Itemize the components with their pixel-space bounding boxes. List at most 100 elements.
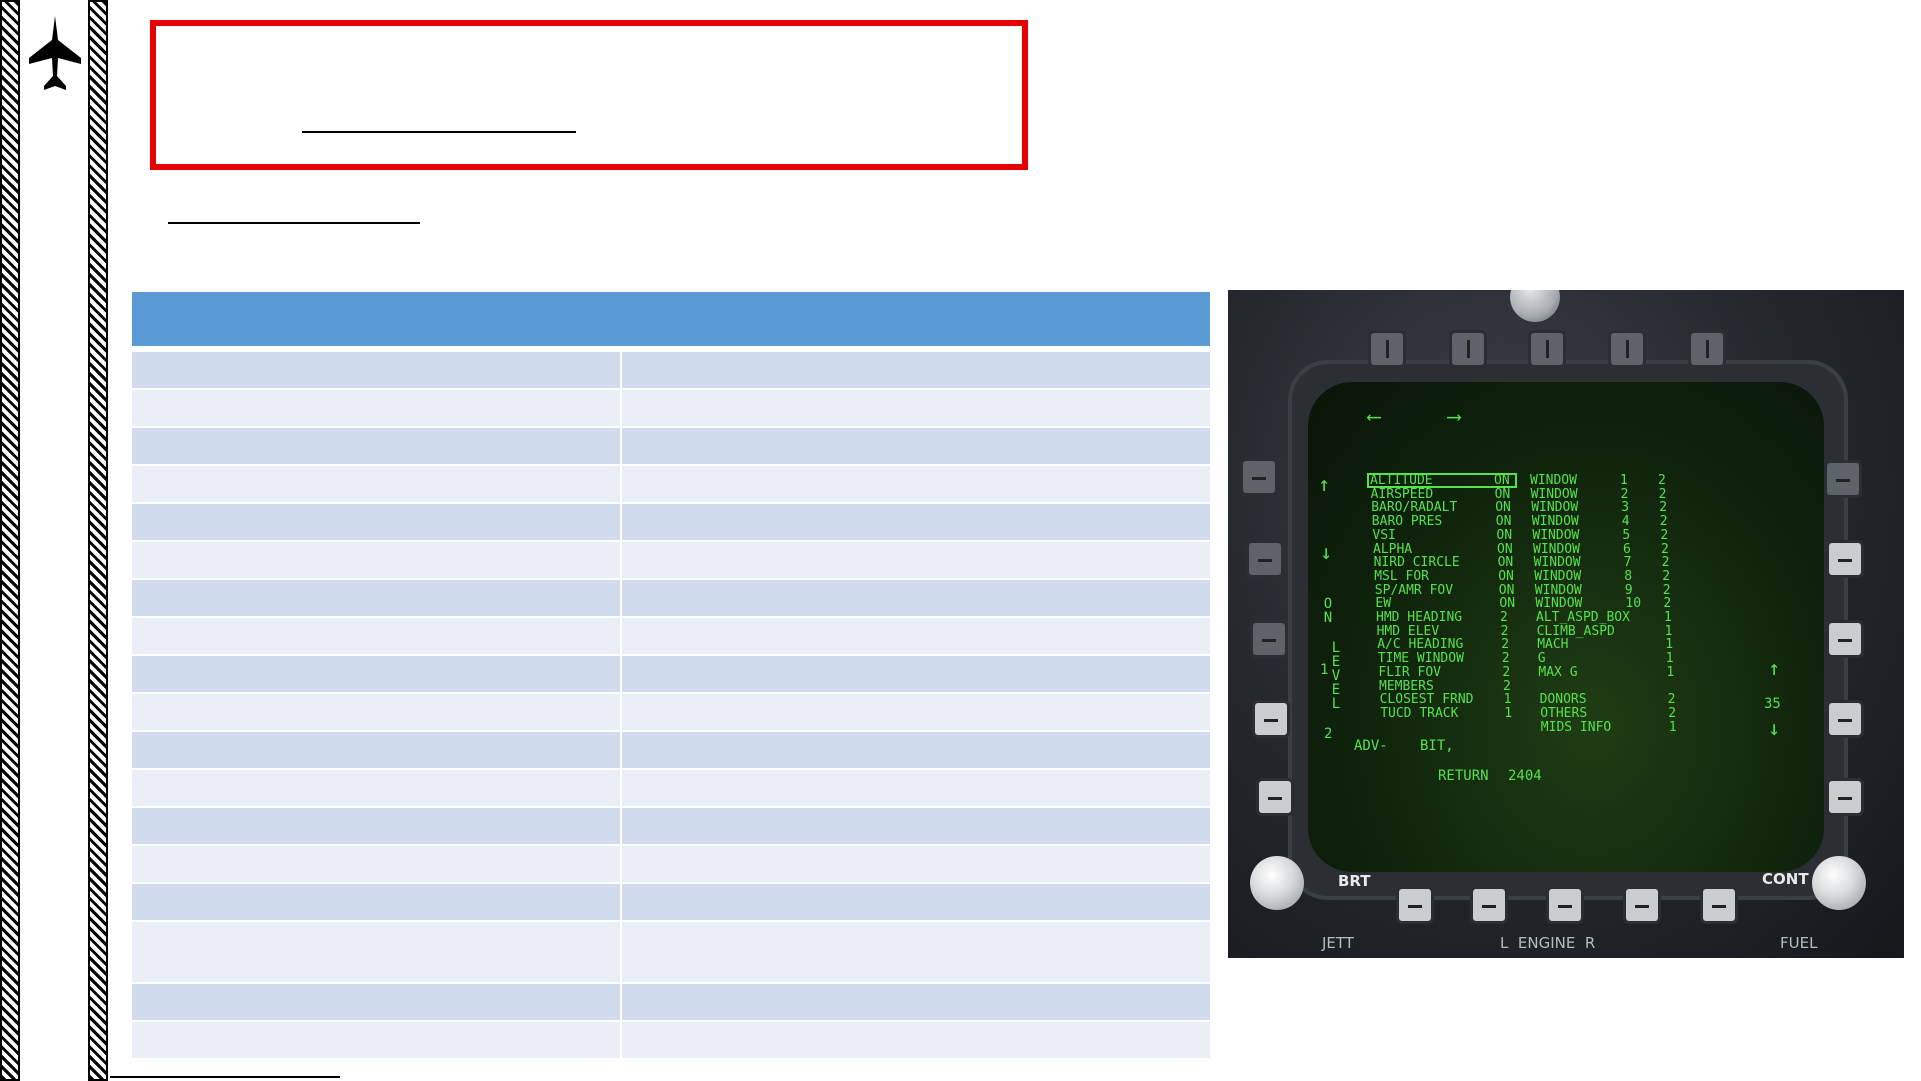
mfd-menu-row: FLIR FOV 2 MAX G 1 bbox=[1378, 664, 1698, 680]
left-pushbutton-5[interactable] bbox=[1256, 778, 1294, 816]
table-row bbox=[132, 808, 1210, 844]
right-pushbutton-1[interactable] bbox=[1824, 460, 1862, 498]
table-cell bbox=[622, 808, 1210, 844]
table-cell bbox=[622, 770, 1210, 806]
left-arrow-icon: ⟵ bbox=[1368, 404, 1381, 428]
left-pushbutton-3[interactable] bbox=[1250, 620, 1288, 658]
mfd-name-cell: FLIR FOV bbox=[1378, 664, 1442, 680]
table-cell bbox=[132, 694, 620, 730]
left-pushbutton-2[interactable] bbox=[1246, 540, 1284, 578]
bottom-pushbutton-2[interactable] bbox=[1470, 886, 1508, 924]
mfd-window-cell: ALT_ASPD_BOX bbox=[1536, 610, 1630, 625]
table-row bbox=[132, 694, 1210, 730]
table-row bbox=[132, 352, 1210, 388]
right-pushbutton-3[interactable] bbox=[1826, 620, 1864, 658]
mfd-name-cell: BARO PRES bbox=[1371, 514, 1443, 530]
down-arrow-icon: ↓ bbox=[1320, 540, 1333, 564]
table-header bbox=[132, 292, 1210, 346]
right-pushbutton-4[interactable] bbox=[1826, 700, 1864, 738]
table-row bbox=[132, 846, 1210, 882]
mfd-window-cell: MIDS INFO bbox=[1540, 719, 1612, 735]
table-cell bbox=[132, 618, 620, 654]
right-down-arrow-icon: ↓ bbox=[1768, 716, 1781, 740]
top-pushbutton-4[interactable] bbox=[1608, 330, 1646, 368]
header-underline bbox=[302, 131, 576, 133]
mfd-menu-row: HMD HEADING 2 ALT_ASPD_BOX 1 bbox=[1376, 611, 1696, 625]
table-row bbox=[132, 428, 1210, 464]
bottom-pushbutton-5[interactable] bbox=[1700, 886, 1738, 924]
mfd-num-cell: 4 bbox=[1621, 514, 1630, 530]
footer-line bbox=[110, 1076, 340, 1078]
cont-label: CONT bbox=[1762, 870, 1809, 888]
table-cell bbox=[622, 618, 1210, 654]
bottom-pushbutton-1[interactable] bbox=[1396, 886, 1434, 924]
table-cell bbox=[622, 352, 1210, 388]
table-cell bbox=[622, 694, 1210, 730]
table-cell bbox=[132, 808, 620, 844]
level-2-label: 2 bbox=[1324, 726, 1333, 742]
header-box bbox=[150, 20, 1028, 170]
table-cell bbox=[622, 922, 1210, 982]
table-cell bbox=[132, 984, 620, 1020]
mfd-lvl-cell: 1 bbox=[1664, 610, 1672, 625]
level-1-label: 1 bbox=[1320, 662, 1329, 678]
right-number: 35 bbox=[1764, 696, 1781, 712]
brt-knob[interactable] bbox=[1250, 856, 1304, 910]
mfd-window-cell: OTHERS bbox=[1540, 705, 1588, 721]
mfd-state-cell: 2 bbox=[1500, 610, 1508, 625]
jet-icon bbox=[29, 16, 81, 90]
adv-label: ADV- bbox=[1354, 738, 1388, 754]
return-label: RETURN bbox=[1438, 768, 1489, 784]
right-pushbutton-5[interactable] bbox=[1826, 778, 1864, 816]
table-cell bbox=[622, 580, 1210, 616]
right-pushbutton-2[interactable] bbox=[1826, 540, 1864, 578]
mfd-window-cell: MAX G bbox=[1538, 664, 1578, 680]
mfd-lvl-cell: 1 bbox=[1668, 719, 1677, 735]
selection-box bbox=[1367, 473, 1517, 488]
table-cell bbox=[132, 922, 620, 982]
table-cell bbox=[622, 884, 1210, 920]
jett-label: JETT bbox=[1322, 934, 1354, 952]
cont-knob[interactable] bbox=[1812, 856, 1866, 910]
left-pushbutton-1[interactable] bbox=[1240, 458, 1278, 496]
right-hatched-rail bbox=[88, 0, 108, 1081]
table-row bbox=[132, 542, 1210, 578]
left-pushbutton-4[interactable] bbox=[1252, 700, 1290, 738]
bottom-pushbutton-3[interactable] bbox=[1546, 886, 1584, 924]
table-cell bbox=[622, 504, 1210, 540]
bit-label: BIT, bbox=[1420, 738, 1454, 754]
mfd-window-cell: WINDOW bbox=[1534, 568, 1582, 584]
fuel-label: FUEL bbox=[1780, 934, 1818, 952]
mfd-screen: ⟵ ⟶ ↑ ↓ ↑ ↓ ON LEVEL 1 2 35 ALTITUDE ON WI… bbox=[1308, 382, 1824, 872]
mfd-state-cell: ON bbox=[1498, 568, 1514, 584]
table-cell bbox=[622, 732, 1210, 768]
mfd-menu-row: MIDS INFO 1 bbox=[1381, 719, 1701, 735]
right-up-arrow-icon: ↑ bbox=[1768, 656, 1781, 680]
mfd-num-cell: 1 bbox=[1620, 473, 1628, 488]
mfd-name-cell: TIME WINDOW bbox=[1377, 651, 1464, 667]
mfd-lvl-cell: 1 bbox=[1666, 664, 1675, 680]
bottom-pushbutton-4[interactable] bbox=[1623, 886, 1661, 924]
top-pushbutton-5[interactable] bbox=[1688, 330, 1726, 368]
top-knob[interactable] bbox=[1510, 290, 1560, 322]
mfd-state-cell: ON bbox=[1496, 527, 1513, 543]
mfd-menu-row: ALTITUDE ON WINDOW 1 2 bbox=[1367, 473, 1690, 488]
top-pushbutton-1[interactable] bbox=[1368, 330, 1406, 368]
mfd-menu-row: MSL FOR ON WINDOW 8 2 bbox=[1374, 568, 1694, 584]
brt-label: BRT bbox=[1338, 872, 1371, 890]
top-pushbutton-3[interactable] bbox=[1528, 330, 1566, 368]
table-row bbox=[132, 732, 1210, 768]
table-cell bbox=[132, 1022, 620, 1058]
top-pushbutton-2[interactable] bbox=[1449, 330, 1487, 368]
mfd-lvl-cell: 2 bbox=[1658, 473, 1666, 488]
table-cell bbox=[622, 984, 1210, 1020]
table-cell bbox=[622, 542, 1210, 578]
mfd-name-cell: TUCD TRACK bbox=[1380, 705, 1459, 721]
mfd-menu-row: TIME WINDOW 2 G 1 bbox=[1378, 652, 1698, 666]
mfd-menu-row: VSI ON WINDOW 5 2 bbox=[1372, 527, 1692, 543]
mfd-lvl-cell: 2 bbox=[1662, 568, 1671, 584]
table-cell bbox=[132, 466, 620, 502]
table-cell bbox=[622, 846, 1210, 882]
table-row bbox=[132, 770, 1210, 806]
table-cell bbox=[132, 390, 620, 426]
